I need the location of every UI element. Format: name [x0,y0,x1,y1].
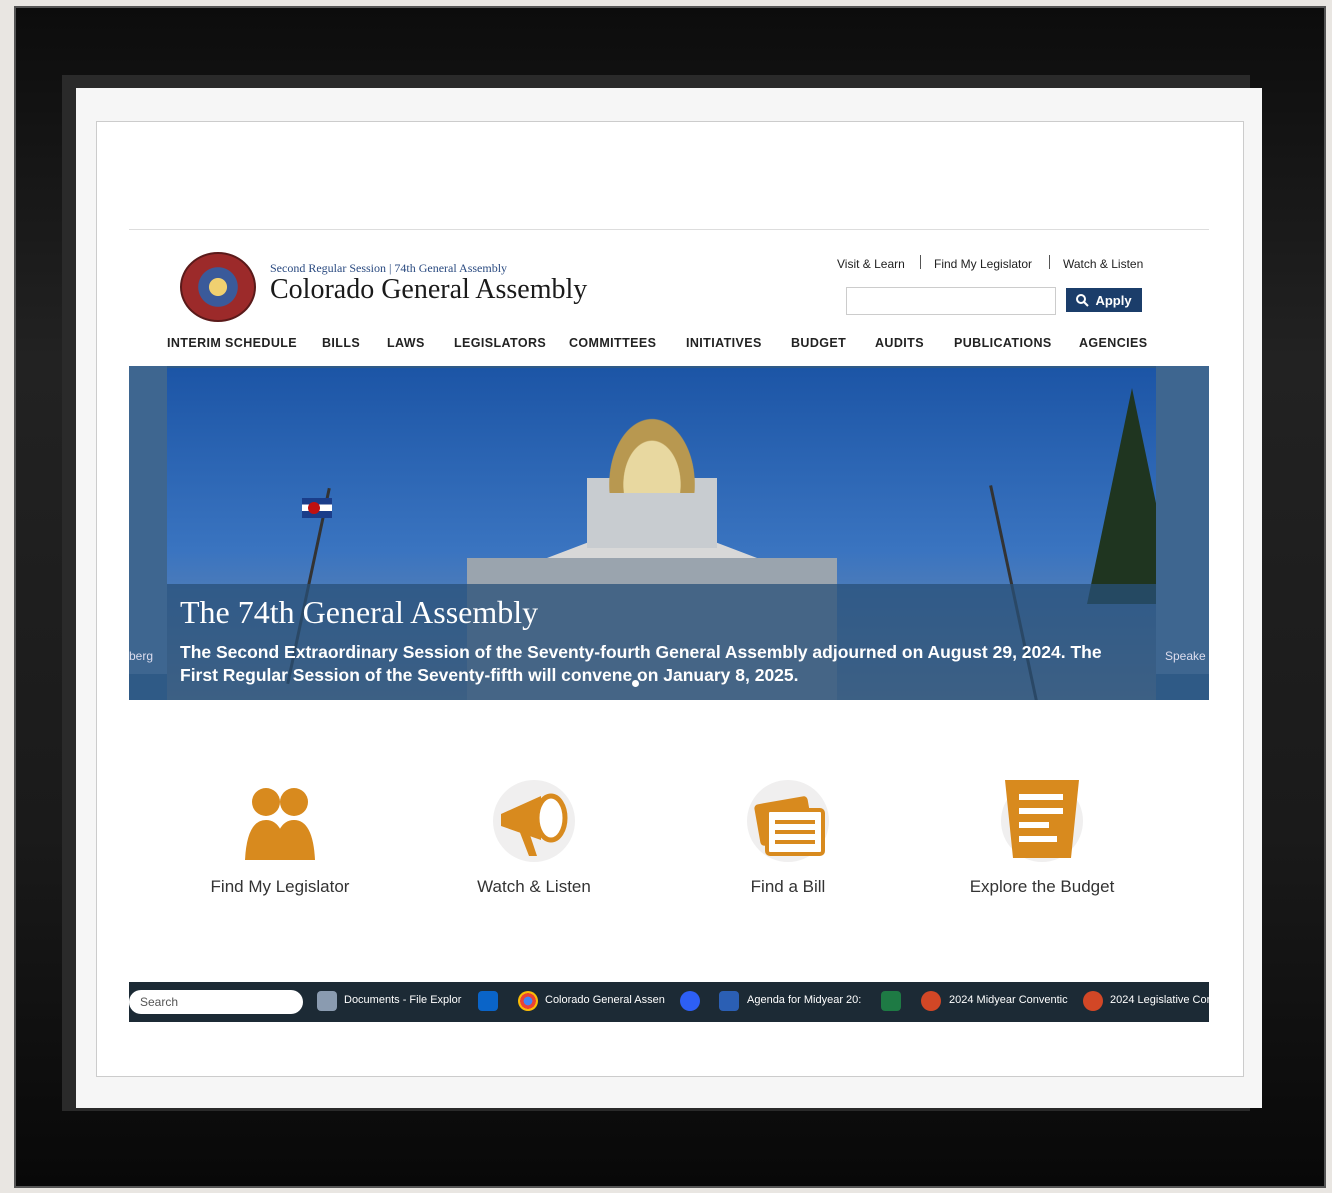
divider [920,255,921,269]
nav-laws[interactable]: LAWS [387,336,425,350]
excel-icon[interactable] [881,991,901,1011]
nav-committees[interactable]: COMMITTEES [569,336,656,350]
nav-interim-schedule[interactable]: INTERIM SCHEDULE [167,336,297,350]
capitol-dome [602,408,702,493]
apply-label: Apply [1095,292,1132,308]
nav-budget[interactable]: BUDGET [791,336,846,350]
tile-label: Explore the Budget [969,877,1115,896]
chrome-icon[interactable] [518,991,538,1011]
carousel-dot[interactable] [632,680,639,687]
nav-audits[interactable]: AUDITS [875,336,924,350]
word-icon[interactable] [719,991,739,1011]
link-visit-learn[interactable]: Visit & Learn [837,257,905,271]
next-slide-text: Speake [1165,649,1206,663]
powerpoint-icon[interactable] [921,991,941,1011]
legislator-icon [239,780,321,862]
taskbar-search[interactable]: Search [129,990,303,1014]
prev-slide-text: berg [129,649,154,663]
hero-caption: The 74th General Assembly The Second Ext… [167,584,1156,700]
nav-legislators[interactable]: LEGISLATORS [454,336,546,350]
hero-carousel[interactable]: berg Speake The 74th General Assembly Th… [129,366,1209,700]
tile-label: Find My Legislator [210,877,350,896]
nav-agencies[interactable]: AGENCIES [1079,336,1148,350]
tile-watch-listen[interactable]: Watch & Listen [419,780,649,897]
powerpoint-icon[interactable] [1083,991,1103,1011]
nav-publications[interactable]: PUBLICATIONS [954,336,1052,350]
colorado-flag-icon [302,498,332,518]
bill-icon [747,780,829,862]
taskbar-item-midyear[interactable]: 2024 Midyear Conventic [949,994,1068,1006]
link-watch-listen[interactable]: Watch & Listen [1063,257,1143,271]
tile-explore-budget[interactable]: Explore the Budget [927,780,1157,897]
search-icon [1076,293,1090,307]
zoom-icon[interactable] [680,991,700,1011]
tile-find-my-legislator[interactable]: Find My Legislator [165,780,395,897]
link-find-my-legislator[interactable]: Find My Legislator [934,257,1032,271]
nav-initiatives[interactable]: INITIATIVES [686,336,762,350]
taskbar-item-documents[interactable]: Documents - File Explor [344,994,461,1006]
hero-text: The Second Extraordinary Session of the … [180,642,1102,685]
taskbar-item-legislative[interactable]: 2024 Legislative Cor [1110,994,1210,1006]
carousel-prev-slide[interactable] [129,366,167,674]
outlook-icon[interactable] [478,991,498,1011]
tile-label: Watch & Listen [477,877,591,896]
website-screenshot: Second Regular Session | 74th General As… [129,229,1210,1025]
tile-label: Find a Bill [750,877,826,896]
state-seal-icon [180,252,256,322]
apply-button[interactable]: Apply [1066,288,1142,312]
site-title[interactable]: Colorado General Assembly [270,274,587,306]
hero-title: The 74th General Assembly [180,594,539,630]
windows-taskbar: Search Documents - File Explor Colorado … [129,982,1210,1022]
megaphone-icon [493,780,575,862]
file-explorer-icon[interactable] [317,991,337,1011]
budget-icon [1001,780,1083,862]
tile-find-a-bill[interactable]: Find a Bill [673,780,903,897]
nav-bills[interactable]: BILLS [322,336,360,350]
taskbar-item-colorado[interactable]: Colorado General Assen [545,994,665,1006]
taskbar-item-agenda[interactable]: Agenda for Midyear 20: [747,994,861,1006]
search-input[interactable] [846,287,1056,315]
divider [1049,255,1050,269]
carousel-next-slide[interactable] [1156,366,1209,674]
